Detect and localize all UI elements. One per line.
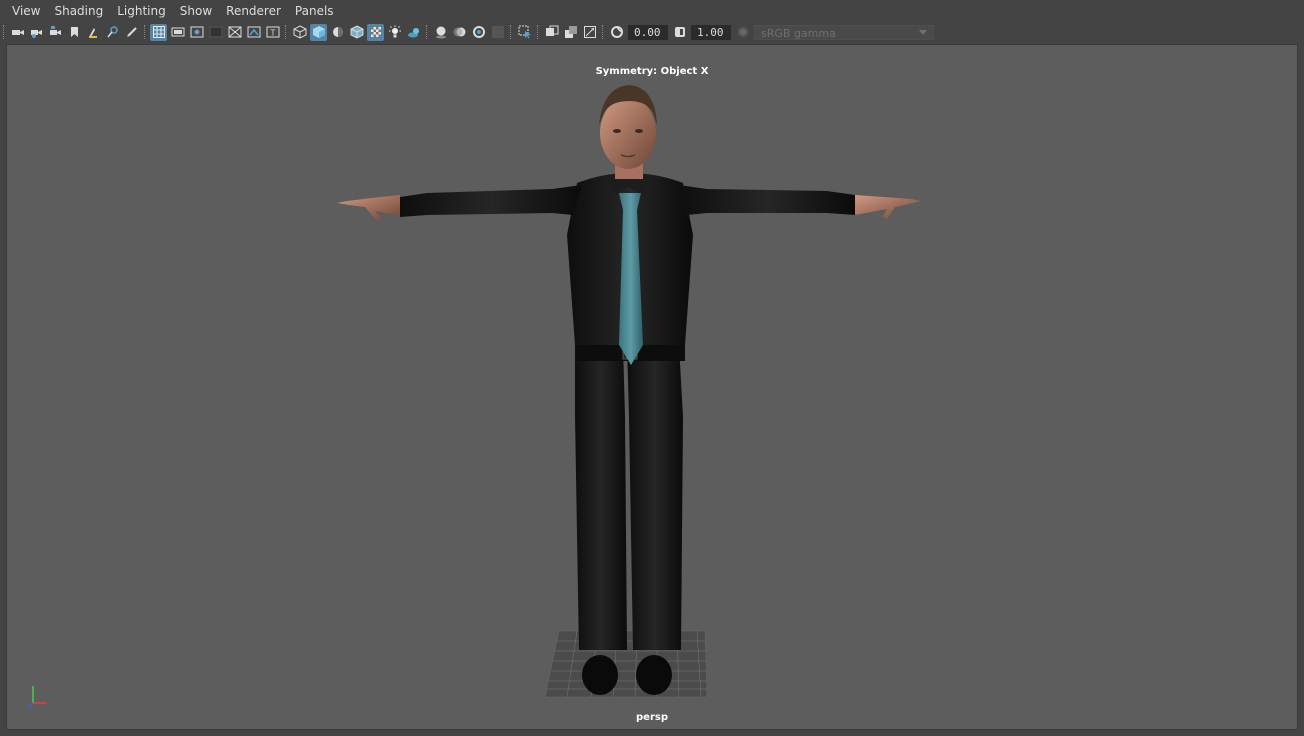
gamma-icon[interactable] (671, 24, 688, 41)
toolbar-separator (285, 25, 287, 39)
menu-panels[interactable]: Panels (288, 0, 341, 22)
menu-show[interactable]: Show (173, 0, 219, 22)
field-chart-icon[interactable] (226, 24, 243, 41)
exposure-field[interactable]: 0.00 (628, 24, 668, 40)
menu-shading[interactable]: Shading (47, 0, 110, 22)
bookmarks-icon[interactable] (47, 24, 64, 41)
motion-blur-icon[interactable] (451, 24, 468, 41)
chevron-down-icon (919, 29, 927, 35)
default-material-icon[interactable] (329, 24, 346, 41)
camera-name-label: persp (636, 712, 668, 723)
toolbar-separator (537, 25, 539, 39)
isolate-select-icon[interactable] (516, 24, 533, 41)
3d-viewport[interactable]: Symmetry: Object X persp (6, 44, 1298, 730)
use-all-lights-icon[interactable] (386, 24, 403, 41)
multisample-aa-icon[interactable] (470, 24, 487, 41)
safe-title-icon[interactable]: T (264, 24, 281, 41)
resolution-gate-icon[interactable] (188, 24, 205, 41)
view-axis-icon (28, 686, 47, 709)
shadows-icon[interactable] (405, 24, 422, 41)
toolbar-separator (144, 25, 146, 39)
colorspace-dropdown[interactable]: sRGB gamma (754, 24, 934, 40)
gamma-field[interactable]: 1.00 (691, 24, 731, 40)
gate-mask-icon[interactable] (207, 24, 224, 41)
toolbar-separator (3, 25, 5, 39)
screen-space-ao-icon[interactable] (432, 24, 449, 41)
xray-icon[interactable] (367, 23, 384, 41)
camera-attributes-icon[interactable] (28, 24, 45, 41)
depth-of-field-icon[interactable] (489, 24, 506, 41)
toolbar-separator (602, 25, 604, 39)
menu-view[interactable]: View (0, 0, 47, 22)
film-gate-icon[interactable] (169, 24, 186, 41)
2d-pan-zoom-icon[interactable] (85, 24, 102, 41)
select-camera-icon[interactable] (9, 24, 26, 41)
toolbar-separator (510, 25, 512, 39)
grid-icon[interactable] (150, 23, 167, 41)
xray-joints-icon[interactable] (562, 24, 579, 41)
xray-icon-2[interactable] (581, 24, 598, 41)
character-model[interactable] (7, 45, 1298, 730)
menu-renderer[interactable]: Renderer (219, 0, 288, 22)
pencil-icon[interactable] (123, 24, 140, 41)
safe-action-icon[interactable] (245, 24, 262, 41)
menu-lighting[interactable]: Lighting (110, 0, 173, 22)
wireframe-icon[interactable] (291, 24, 308, 41)
svg-text:T: T (269, 29, 275, 38)
toolbar-separator (426, 25, 428, 39)
panel-toolbar: T 0.00 1.00 sRGB gamma (0, 22, 1304, 42)
view-transform-icon[interactable] (734, 24, 751, 41)
exposure-icon[interactable] (608, 24, 625, 41)
xray-active-components-icon[interactable] (543, 24, 560, 41)
maya-viewport-panel: View Shading Lighting Show Renderer Pane… (0, 0, 1304, 736)
smooth-shade-icon[interactable] (310, 23, 327, 41)
colorspace-label: sRGB gamma (761, 26, 836, 40)
image-plane-icon[interactable] (66, 24, 83, 41)
grease-pencil-icon[interactable] (104, 24, 121, 41)
wireframe-on-shaded-icon[interactable] (348, 24, 365, 41)
panel-menu-bar: View Shading Lighting Show Renderer Pane… (0, 0, 1304, 22)
